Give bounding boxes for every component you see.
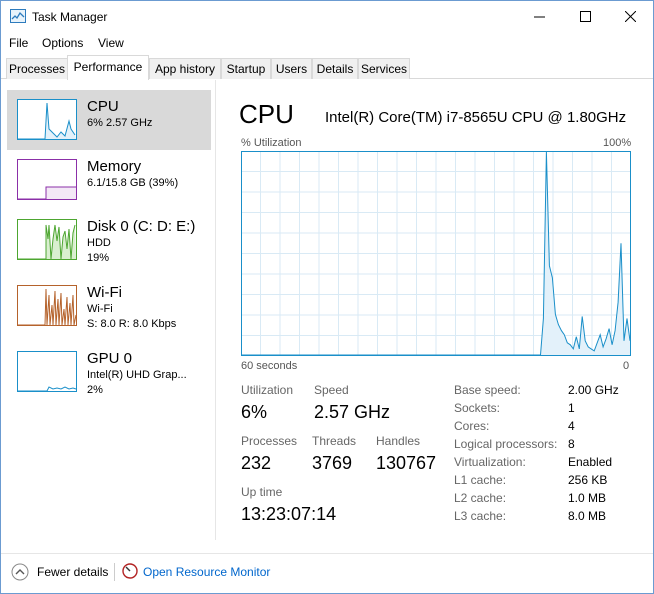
resource-wifi-adapter: Wi-Fi [87,303,113,315]
threads-value: 3769 [312,453,353,473]
resource-cpu-detail: 6% 2.57 GHz [87,117,153,129]
uptime-label: Up time [241,485,283,499]
menu-bar: File Options View [1,32,653,54]
resource-gpu-model: Intel(R) UHD Grap... [87,369,187,381]
minimize-icon [534,16,545,18]
resource-list: CPU 6% 2.57 GHz Memory 6.1/15.8 GB (39%)… [1,80,216,540]
spec-virtualization-value: Enabled [568,455,613,469]
footer-divider [114,563,115,581]
window-title: Task Manager [32,10,108,24]
resource-cpu[interactable]: CPU 6% 2.57 GHz [7,90,211,150]
gpu-thumbnail-graph [17,351,77,392]
task-manager-icon [10,9,26,23]
resource-memory-name: Memory [87,158,142,175]
close-button[interactable] [608,1,654,32]
resource-memory[interactable]: Memory 6.1/15.8 GB (39%) [7,150,211,210]
cpu-utilization-graph [241,151,631,356]
tab-performance[interactable]: Performance [67,55,149,80]
utilization-max-label: 100% [603,137,632,149]
processes-label: Processes [241,434,298,448]
processes-value: 232 [241,453,272,473]
close-icon [625,11,636,22]
resource-wifi-name: Wi-Fi [87,284,122,301]
maximize-icon [580,11,591,22]
resource-disk[interactable]: Disk 0 (C: D: E:) HDD 19% [7,210,211,270]
spec-virtualization-label: Virtualization: [454,455,526,469]
tab-services[interactable]: Services [358,58,410,79]
menu-file[interactable]: File [9,36,28,50]
task-manager-window: Task Manager File Options View Processes… [0,0,654,594]
resource-monitor-icon[interactable] [122,563,138,579]
title-bar[interactable]: Task Manager [1,1,653,32]
resource-gpu[interactable]: GPU 0 Intel(R) UHD Grap... 2% [7,342,211,402]
cpu-model-name: Intel(R) Core(TM) i7-8565U CPU @ 1.80GHz [325,109,627,126]
resource-gpu-usage: 2% [87,384,103,396]
maximize-button[interactable] [563,1,609,32]
spec-l3-cache-label: L3 cache: [454,509,507,523]
memory-thumbnail-graph [17,159,77,200]
spec-l3-cache-value: 8.0 MB [568,509,607,523]
threads-label: Threads [312,434,357,448]
resource-gpu-name: GPU 0 [87,350,133,367]
disk-thumbnail-graph [17,219,77,260]
spec-l2-cache-value: 1.0 MB [568,491,607,505]
handles-label: Handles [376,434,421,448]
footer-bar: Fewer details Open Resource Monitor [1,553,653,593]
tab-details[interactable]: Details [312,58,358,79]
spec-cores-value: 4 [568,419,575,433]
resource-wifi[interactable]: Wi-Fi Wi-Fi S: 8.0 R: 8.0 Kbps [7,276,211,336]
utilization-value: 6% [241,402,268,422]
tab-processes[interactable]: Processes [6,58,68,79]
graph-time-zero-label: 0 [623,360,630,372]
utilization-axis-label: % Utilization [241,137,302,149]
spec-l1-cache-label: L1 cache: [454,473,507,487]
resource-wifi-throughput: S: 8.0 R: 8.0 Kbps [87,318,177,330]
spec-sockets-value: 1 [568,401,575,415]
tab-app-history[interactable]: App history [149,58,221,79]
tab-bar: Processes Performance App history Startu… [1,55,653,80]
utilization-label: Utilization [241,383,294,397]
cpu-thumbnail-graph [17,99,77,140]
spec-l1-cache-value: 256 KB [568,473,608,487]
spec-cores-label: Cores: [454,419,490,433]
minimize-button[interactable] [517,1,563,32]
graph-time-span-label: 60 seconds [241,360,298,372]
uptime-value: 13:23:07:14 [241,504,337,524]
resource-cpu-name: CPU [87,98,119,115]
spec-logical-processors-value: 8 [568,437,575,451]
menu-options[interactable]: Options [42,36,83,50]
chevron-up-icon[interactable] [11,563,29,581]
speed-label: Speed [314,383,349,397]
resource-disk-name: Disk 0 (C: D: E:) [87,218,196,235]
spec-logical-processors-label: Logical processors: [454,437,558,451]
detail-title: CPU [239,99,294,129]
tab-users[interactable]: Users [271,58,312,79]
spec-base-speed-value: 2.00 GHz [568,383,619,397]
handles-value: 130767 [376,453,437,473]
fewer-details-link[interactable]: Fewer details [37,565,108,579]
spec-l2-cache-label: L2 cache: [454,491,507,505]
resource-memory-detail: 6.1/15.8 GB (39%) [87,177,179,189]
resource-disk-type: HDD [87,237,111,249]
wifi-thumbnail-graph [17,285,77,326]
open-resource-monitor-link[interactable]: Open Resource Monitor [143,565,270,579]
tab-startup[interactable]: Startup [221,58,271,79]
speed-value: 2.57 GHz [314,402,391,422]
menu-view[interactable]: View [98,36,124,50]
spec-sockets-label: Sockets: [454,401,501,415]
resource-disk-usage: 19% [87,252,110,264]
spec-base-speed-label: Base speed: [454,383,521,397]
